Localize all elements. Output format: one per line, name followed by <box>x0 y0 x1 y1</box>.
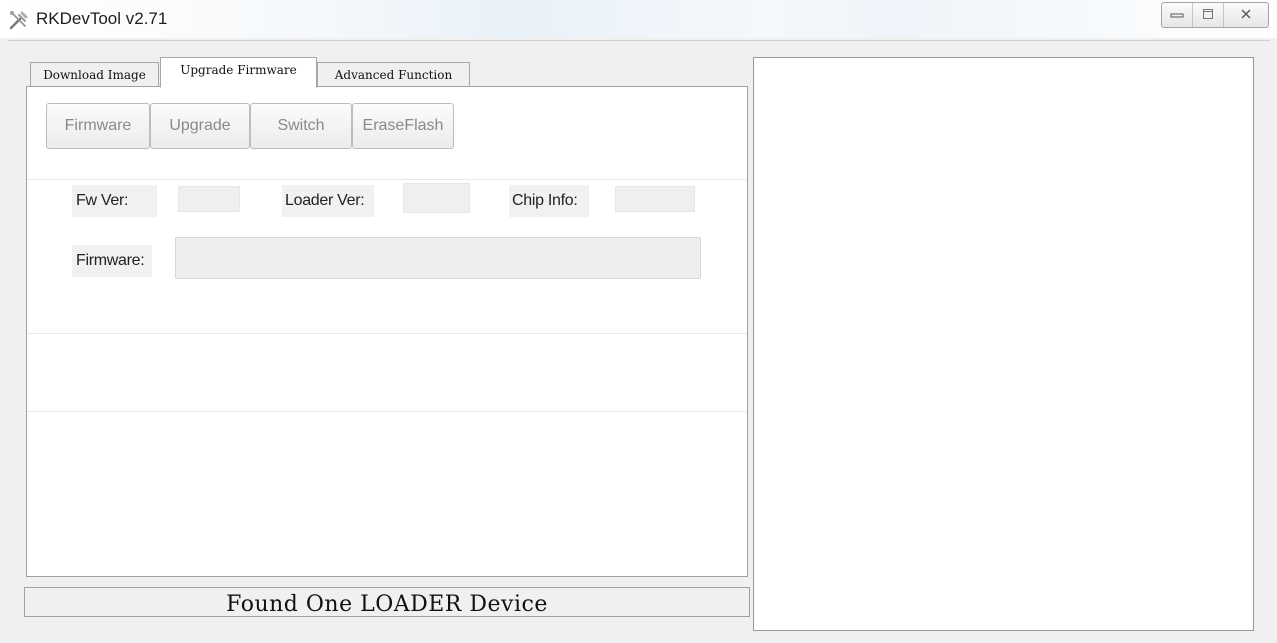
title-bar: RKDevTool v2.71 <box>0 0 1277 38</box>
tools-icon <box>8 9 30 31</box>
status-text: Found One LOADER Device <box>226 591 548 617</box>
tab-label: Advanced Function <box>334 67 453 82</box>
app-window: RKDevTool v2.71 Download Image Upgrade F… <box>0 0 1277 643</box>
maximize-button[interactable] <box>1193 3 1224 27</box>
section-divider <box>27 411 747 412</box>
firmware-button-label: Firmware <box>64 117 132 134</box>
tab-upgrade-firmware[interactable]: Upgrade Firmware <box>160 57 317 88</box>
fw-ver-value <box>178 186 240 212</box>
window-title: RKDevTool v2.71 <box>36 9 168 28</box>
upgrade-button[interactable]: Upgrade <box>150 103 250 149</box>
firmware-path-label: Firmware: <box>72 245 152 277</box>
fw-ver-label: Fw Ver: <box>72 185 157 217</box>
fw-ver-label-text: Fw Ver: <box>76 192 129 209</box>
upgrade-firmware-panel: Firmware Upgrade Switch EraseFlash Fw Ve… <box>26 86 748 577</box>
log-pane[interactable] <box>753 57 1254 631</box>
tab-label: Upgrade Firmware <box>180 63 297 77</box>
maximize-icon <box>1202 8 1214 23</box>
tab-advanced-function[interactable]: Advanced Function <box>317 62 470 86</box>
switch-button[interactable]: Switch <box>250 103 352 149</box>
section-divider <box>27 333 747 334</box>
chip-info-label: Chip Info: <box>509 185 589 217</box>
loader-ver-label-text: Loader Ver: <box>285 192 365 209</box>
eraseflash-button-label: EraseFlash <box>362 117 444 134</box>
loader-ver-label: Loader Ver: <box>282 185 374 217</box>
firmware-button[interactable]: Firmware <box>46 103 150 149</box>
eraseflash-button[interactable]: EraseFlash <box>352 103 454 149</box>
toolbar: Firmware Upgrade Switch EraseFlash <box>46 103 454 149</box>
firmware-path-label-text: Firmware: <box>76 252 145 269</box>
status-bar: Found One LOADER Device <box>24 587 750 617</box>
close-button[interactable] <box>1224 3 1268 27</box>
frame-divider <box>8 40 1270 41</box>
firmware-path-field[interactable] <box>175 237 701 279</box>
upgrade-button-label: Upgrade <box>169 117 231 134</box>
switch-button-label: Switch <box>277 117 325 134</box>
chip-info-label-text: Chip Info: <box>512 192 578 209</box>
tab-label: Download Image <box>43 67 146 82</box>
minimize-button[interactable] <box>1162 3 1193 27</box>
minimize-icon <box>1170 8 1184 23</box>
section-divider <box>27 179 747 180</box>
tab-download-image[interactable]: Download Image <box>30 62 159 86</box>
chip-info-value <box>615 186 695 212</box>
close-icon <box>1240 8 1252 23</box>
window-controls <box>1161 2 1269 28</box>
loader-ver-value <box>403 183 470 213</box>
